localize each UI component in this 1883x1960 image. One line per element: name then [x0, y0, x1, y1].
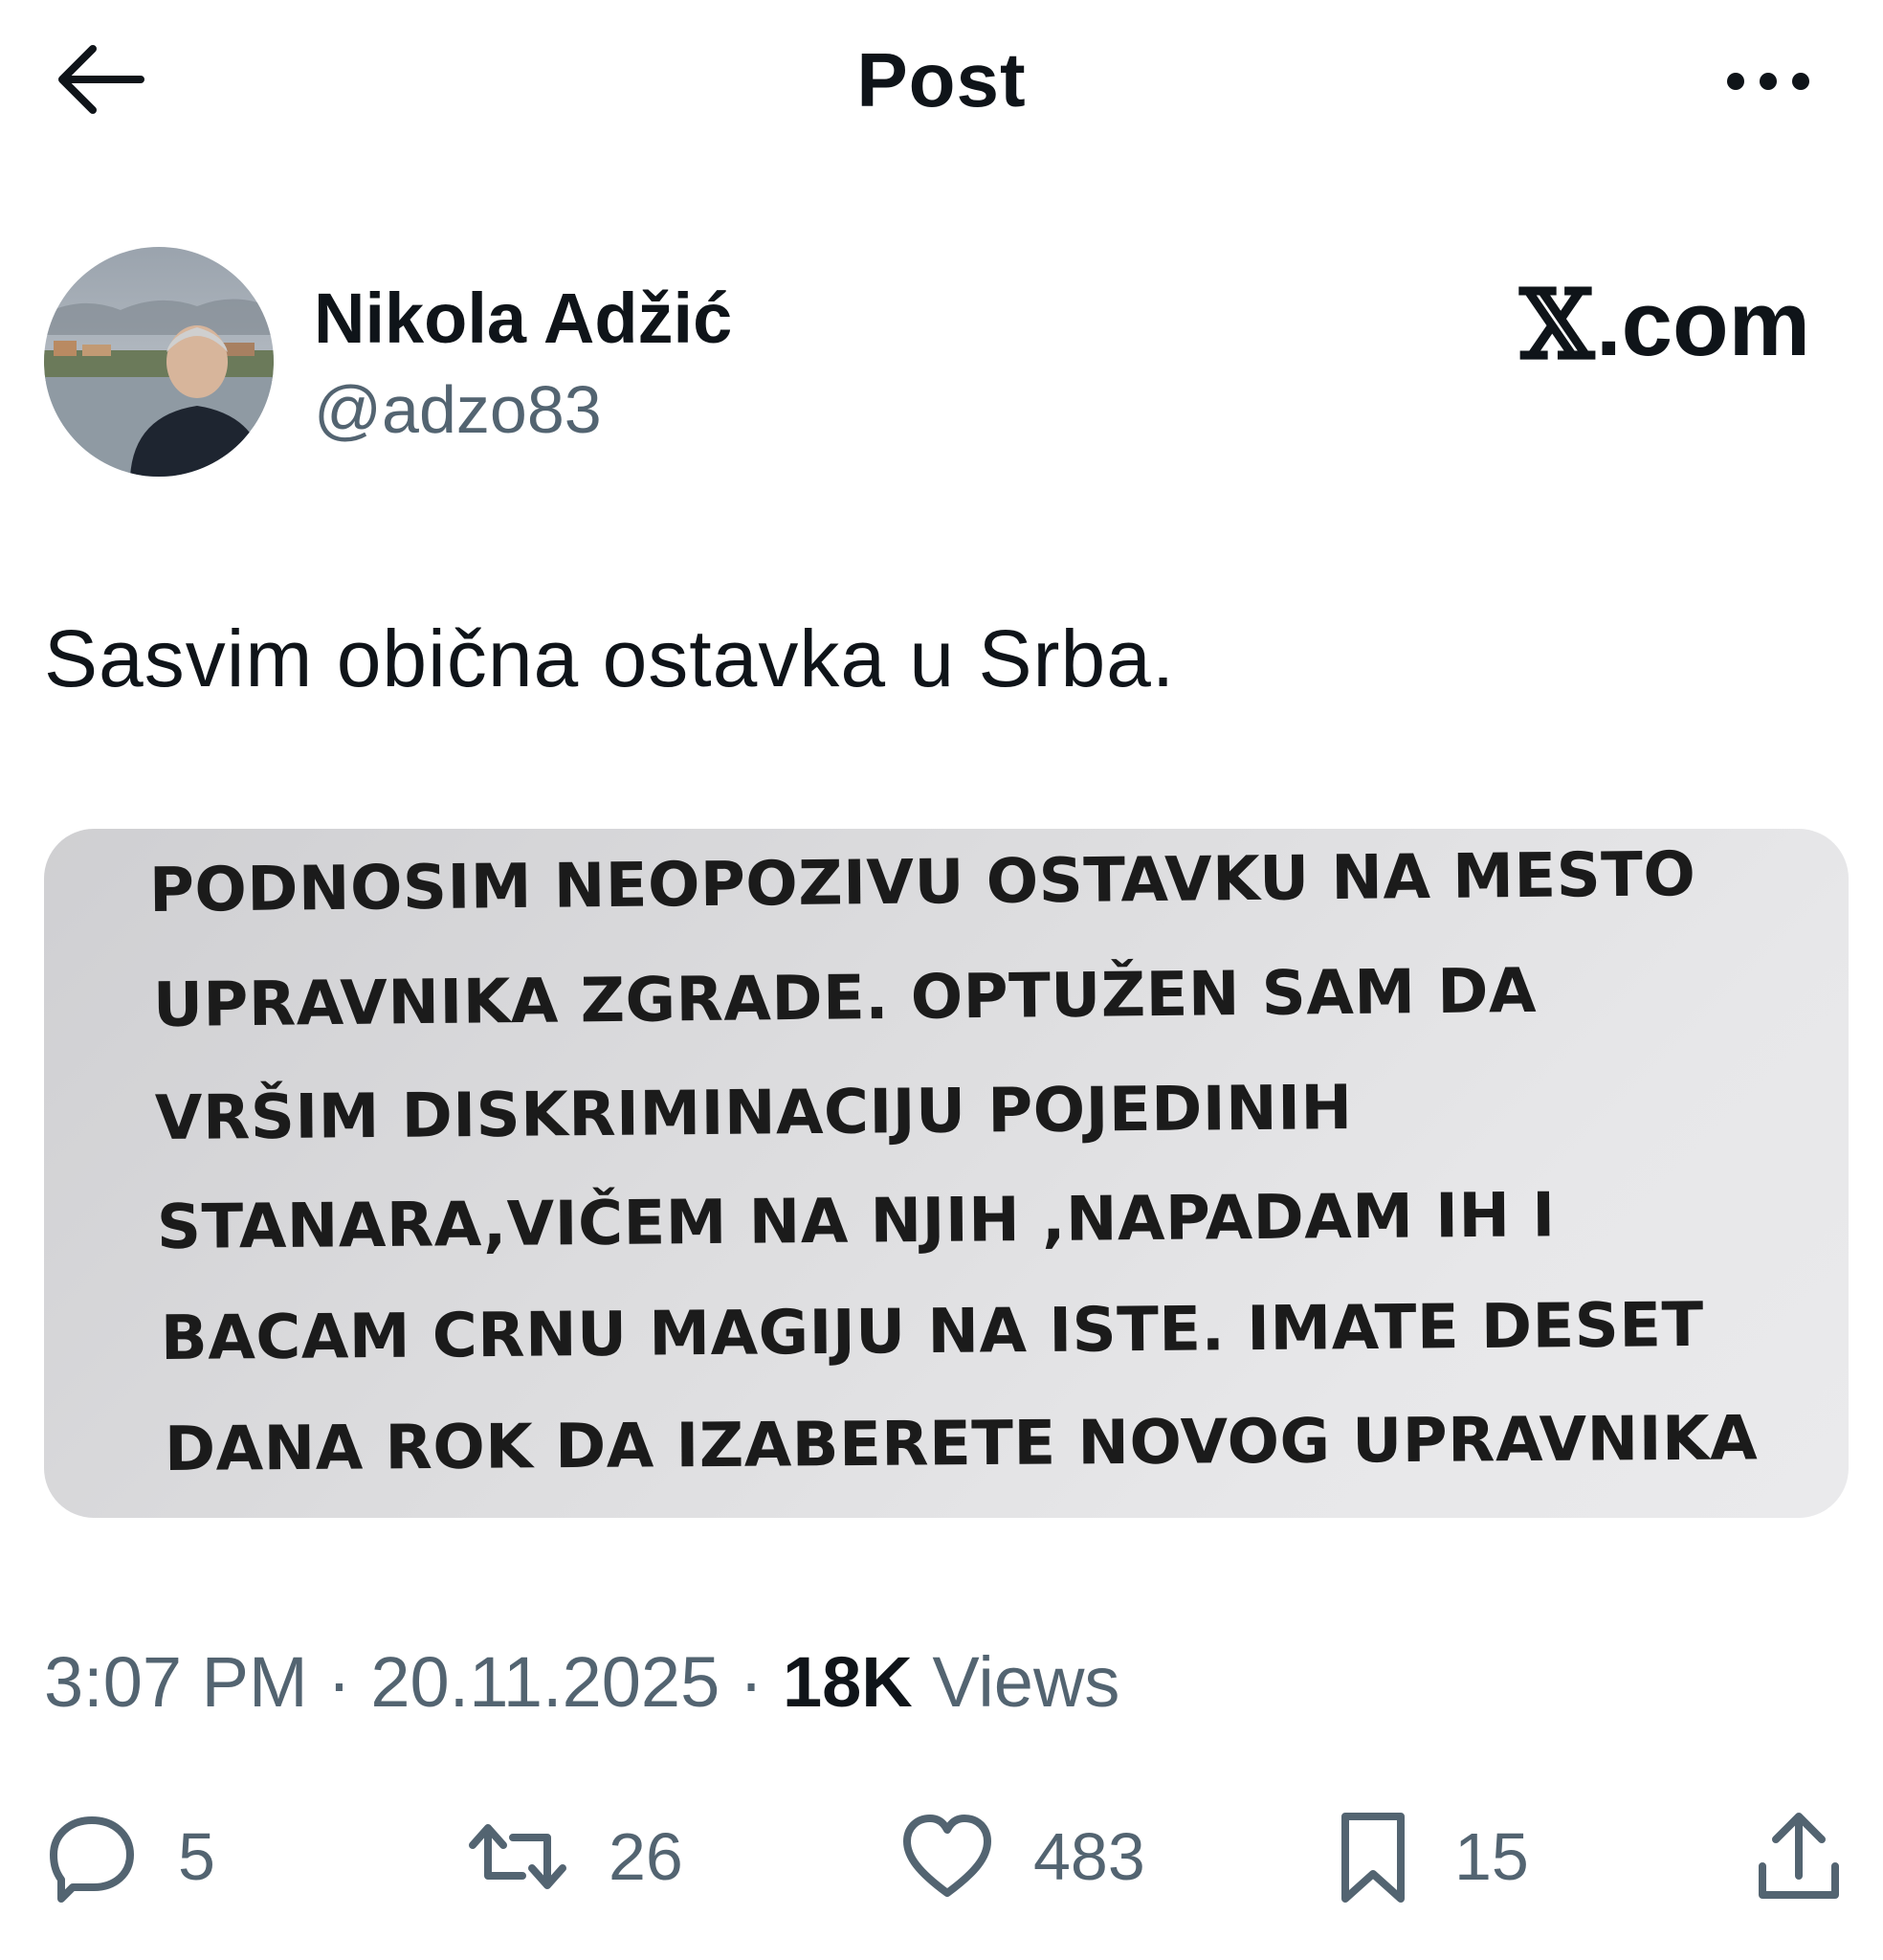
image-text-line: PODNOSIM NEOPOZIVU OSTAVKU NA MESTO	[148, 839, 1696, 926]
author-row: Nikola Adžić @adzo83 𝕏 .com	[44, 247, 1843, 486]
reply-count: 5	[178, 1819, 215, 1894]
top-bar: Post	[0, 0, 1883, 163]
more-dot	[1760, 73, 1777, 90]
views-count: 18K	[783, 1642, 913, 1722]
repost-count: 26	[609, 1819, 683, 1894]
post-meta: 3:07 PM · 20.11.2025 · 18K Views	[44, 1641, 1119, 1723]
image-text-line: VRŠIM DISKRIMINACIJU POJEDINIH	[154, 1073, 1353, 1154]
author-handle[interactable]: @adzo83	[314, 371, 602, 448]
x-logo-icon: 𝕏	[1519, 268, 1594, 381]
post-image[interactable]: PODNOSIM NEOPOZIVU OSTAVKU NA MESTO UPRA…	[44, 829, 1849, 1518]
image-text-line: BACAM CRNU MAGIJU NA ISTE. IMATE DESET	[160, 1289, 1705, 1374]
image-text-line: STANARA,VIČEM NA NJIH ,NAPADAM IH I	[156, 1180, 1556, 1263]
brand-domain: .com	[1595, 273, 1810, 375]
post-date[interactable]: 20.11.2025	[370, 1642, 720, 1722]
repost-button[interactable]: 26	[465, 1799, 683, 1914]
reply-icon	[50, 1816, 134, 1903]
meta-separator: ·	[720, 1642, 783, 1722]
bookmark-icon	[1341, 1813, 1405, 1903]
more-dot	[1792, 73, 1809, 90]
reply-button[interactable]: 5	[44, 1799, 215, 1914]
image-text-line: DANA ROK DA IZABERETE NOVOG UPRAVNIKA	[164, 1403, 1759, 1485]
like-button[interactable]: 483	[899, 1799, 1145, 1914]
avatar-photo	[44, 247, 274, 477]
x-brand-logo: 𝕏 .com	[1519, 268, 1810, 381]
image-text-line: UPRAVNIKA ZGRADE. OPTUŽEN SAM DA	[152, 955, 1538, 1041]
share-button[interactable]	[1751, 1799, 1847, 1914]
more-options-button[interactable]	[1711, 43, 1826, 120]
meta-separator: ·	[307, 1642, 371, 1722]
views-label: Views	[912, 1642, 1120, 1722]
action-bar: 5 26 483 15	[0, 1799, 1883, 1914]
more-horizontal-icon	[1727, 73, 1744, 90]
repost-icon	[469, 1824, 566, 1889]
page-title: Post	[856, 37, 1027, 122]
share-icon	[1759, 1813, 1839, 1899]
like-count: 483	[1033, 1819, 1145, 1894]
heart-icon	[903, 1815, 991, 1897]
post-time[interactable]: 3:07 PM	[44, 1642, 308, 1722]
author-display-name[interactable]: Nikola Adžić	[314, 278, 732, 359]
bookmark-button[interactable]: 15	[1330, 1799, 1529, 1914]
bookmark-count: 15	[1454, 1819, 1529, 1894]
post-text: Sasvim obična ostavka u Srba.	[44, 613, 1176, 703]
avatar[interactable]	[44, 247, 274, 477]
